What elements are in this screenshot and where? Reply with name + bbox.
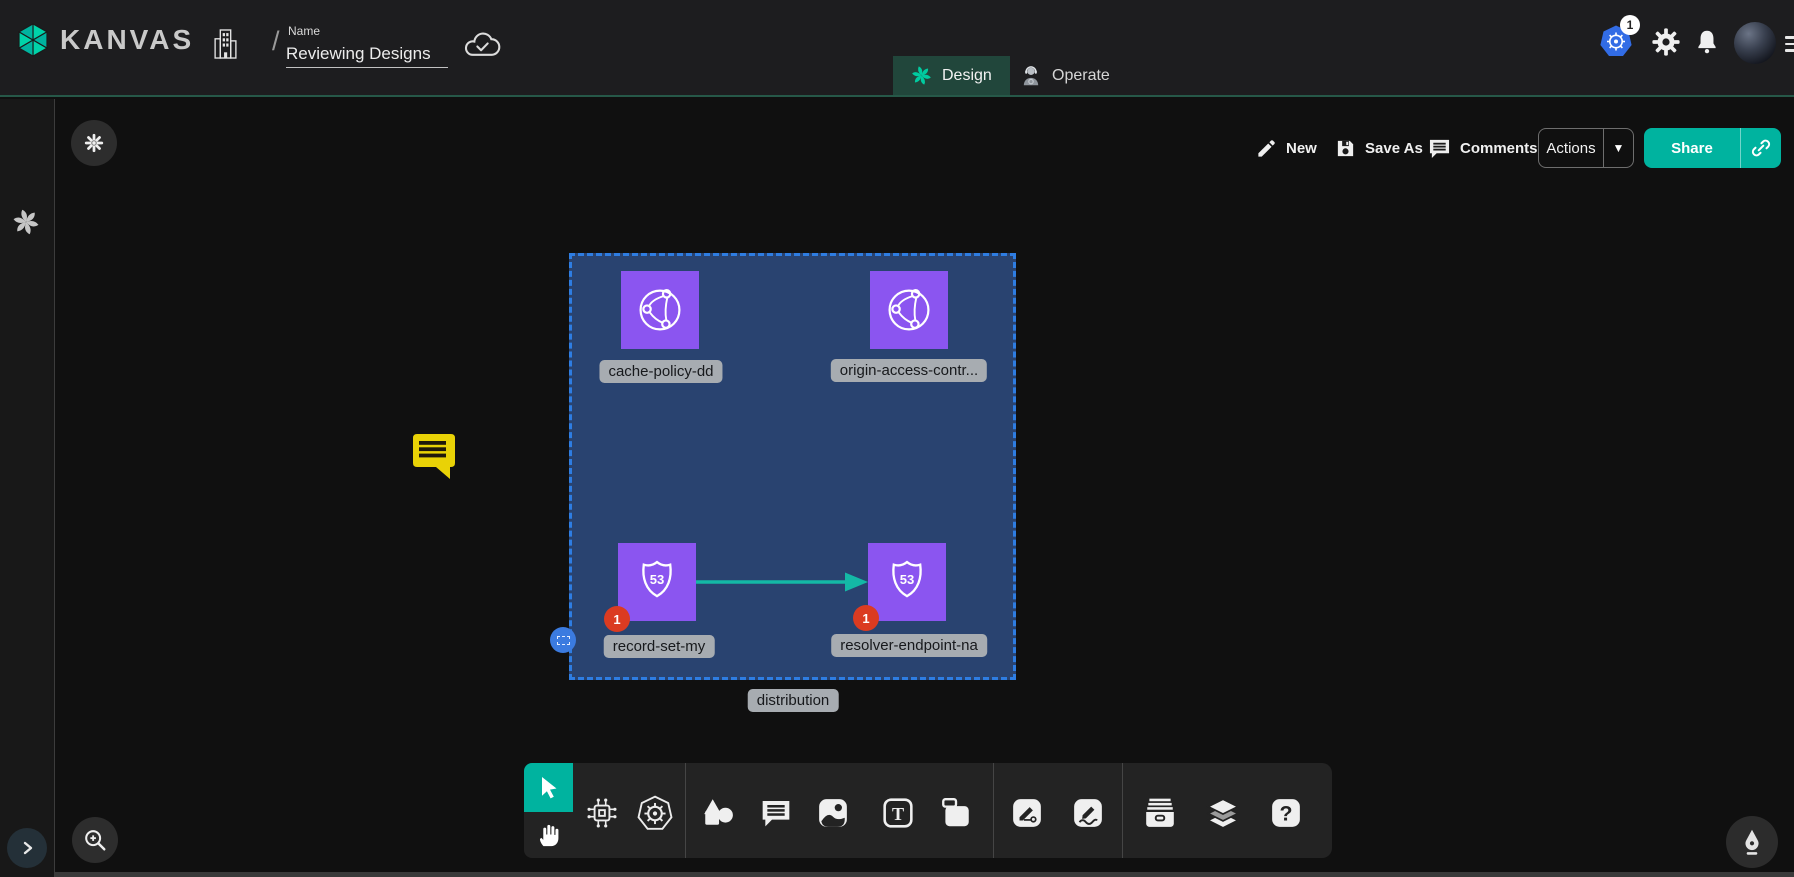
comment-tool[interactable] xyxy=(754,791,798,835)
bottom-edge-strip xyxy=(0,872,1794,877)
operator-headset-icon xyxy=(1020,65,1042,87)
user-avatar[interactable] xyxy=(1734,22,1776,64)
edge-record-to-resolver[interactable] xyxy=(696,570,868,599)
pan-hand-tool-button[interactable] xyxy=(524,812,573,858)
svg-text:53: 53 xyxy=(900,572,915,587)
help-tool[interactable]: ? xyxy=(1264,791,1308,835)
meshery-spiral-icon[interactable] xyxy=(12,208,40,241)
hand-icon xyxy=(537,822,561,848)
dock-pointer-tools xyxy=(524,763,573,858)
cursor-arrow-icon xyxy=(537,775,561,801)
header: KANVAS / Name xyxy=(0,0,1794,97)
design-spiral-icon xyxy=(911,65,932,86)
svg-text:53: 53 xyxy=(650,572,665,587)
pencil-icon xyxy=(1256,138,1277,159)
new-button[interactable]: New xyxy=(1256,130,1317,166)
chevron-right-icon xyxy=(17,838,37,858)
pen-nib-icon xyxy=(1738,827,1766,857)
brand-wordmark: KANVAS xyxy=(60,24,194,56)
settings-gear-icon[interactable] xyxy=(1650,26,1682,63)
organization-icon[interactable] xyxy=(212,27,239,66)
group-label-distribution[interactable]: distribution xyxy=(748,689,839,712)
breadcrumb-separator: / xyxy=(272,26,280,57)
record-set-count-badge[interactable]: 1 xyxy=(604,606,630,632)
pencil-sketch-tool[interactable] xyxy=(1066,791,1110,835)
toolbar-divider xyxy=(993,763,994,858)
node-label-record-set[interactable]: record-set-my xyxy=(604,635,715,658)
node-resolver-endpoint[interactable]: 53 xyxy=(868,543,946,621)
actions-button-label[interactable]: Actions xyxy=(1539,129,1603,167)
sidebar-expand-button[interactable] xyxy=(7,828,47,868)
tab-operate-label: Operate xyxy=(1052,67,1110,85)
kubernetes-helm-tool[interactable] xyxy=(633,791,677,835)
comments-button[interactable]: Comments xyxy=(1428,130,1538,166)
share-button-label[interactable]: Share xyxy=(1644,128,1740,168)
comment-bubble-icon xyxy=(1428,138,1451,159)
cloud-sync-icon[interactable] xyxy=(462,30,502,66)
image-tool[interactable] xyxy=(811,791,855,835)
new-button-label: New xyxy=(1286,140,1317,157)
node-label-origin-access[interactable]: origin-access-contr... xyxy=(831,359,987,382)
actions-split-button[interactable]: Actions ▼ xyxy=(1538,128,1634,168)
node-cache-policy[interactable] xyxy=(621,271,699,349)
floppy-save-icon xyxy=(1335,138,1356,159)
save-as-button[interactable]: Save As xyxy=(1335,130,1423,166)
notifications-bell-icon[interactable] xyxy=(1694,28,1720,61)
card-panel-tool[interactable] xyxy=(934,791,978,835)
node-origin-access[interactable] xyxy=(870,271,948,349)
kanvas-logo-icon[interactable] xyxy=(14,21,52,64)
svg-text:?: ? xyxy=(1279,801,1292,825)
route53-shield-icon: 53 xyxy=(635,558,679,606)
shapes-tool[interactable] xyxy=(696,791,740,835)
resolver-endpoint-count-badge[interactable]: 1 xyxy=(853,605,879,631)
comment-marker[interactable] xyxy=(410,431,458,486)
copy-link-button[interactable] xyxy=(1740,128,1781,168)
actions-dropdown-caret[interactable]: ▼ xyxy=(1603,129,1633,167)
zoom-in-button[interactable] xyxy=(72,817,118,863)
left-sidebar xyxy=(0,99,55,877)
node-label-resolver-endpoint[interactable]: resolver-endpoint-na xyxy=(831,634,987,657)
globe-network-icon xyxy=(884,285,934,335)
text-tool[interactable]: T xyxy=(876,791,920,835)
pen-mode-button[interactable] xyxy=(1726,816,1778,868)
design-name-label: Name xyxy=(288,24,320,38)
save-as-button-label: Save As xyxy=(1365,140,1423,157)
kanvas-app: KANVAS / Name xyxy=(0,0,1794,877)
tab-design-label: Design xyxy=(942,67,992,85)
magnifier-plus-icon xyxy=(82,827,108,853)
globe-network-icon xyxy=(635,285,685,335)
archive-drawer-tool[interactable] xyxy=(1138,791,1182,835)
design-name-input[interactable] xyxy=(286,40,448,68)
route53-shield-icon: 53 xyxy=(885,558,929,606)
toolbar-divider xyxy=(685,763,686,858)
node-label-cache-policy[interactable]: cache-policy-dd xyxy=(599,360,722,383)
link-chain-icon xyxy=(1750,137,1772,159)
toolbar-divider xyxy=(1122,763,1123,858)
tab-operate[interactable]: Operate xyxy=(1002,56,1128,95)
select-tool-button[interactable] xyxy=(524,763,573,812)
share-split-button[interactable]: Share xyxy=(1644,128,1781,168)
svg-text:T: T xyxy=(892,804,904,824)
flower-asterisk-icon xyxy=(83,132,105,154)
node-record-set[interactable]: 53 xyxy=(618,543,696,621)
kubernetes-count-badge: 1 xyxy=(1620,15,1640,35)
group-select-handle[interactable] xyxy=(550,627,576,653)
comments-button-label: Comments xyxy=(1460,140,1538,157)
bottom-toolbar: T xyxy=(573,763,1332,858)
component-chip-tool[interactable] xyxy=(580,791,624,835)
canvas-widgets-button[interactable] xyxy=(71,120,117,166)
menu-hamburger-icon[interactable] xyxy=(1785,32,1794,56)
pen-path-tool[interactable] xyxy=(1005,791,1049,835)
tab-design[interactable]: Design xyxy=(893,56,1010,95)
layers-tool[interactable] xyxy=(1201,791,1245,835)
